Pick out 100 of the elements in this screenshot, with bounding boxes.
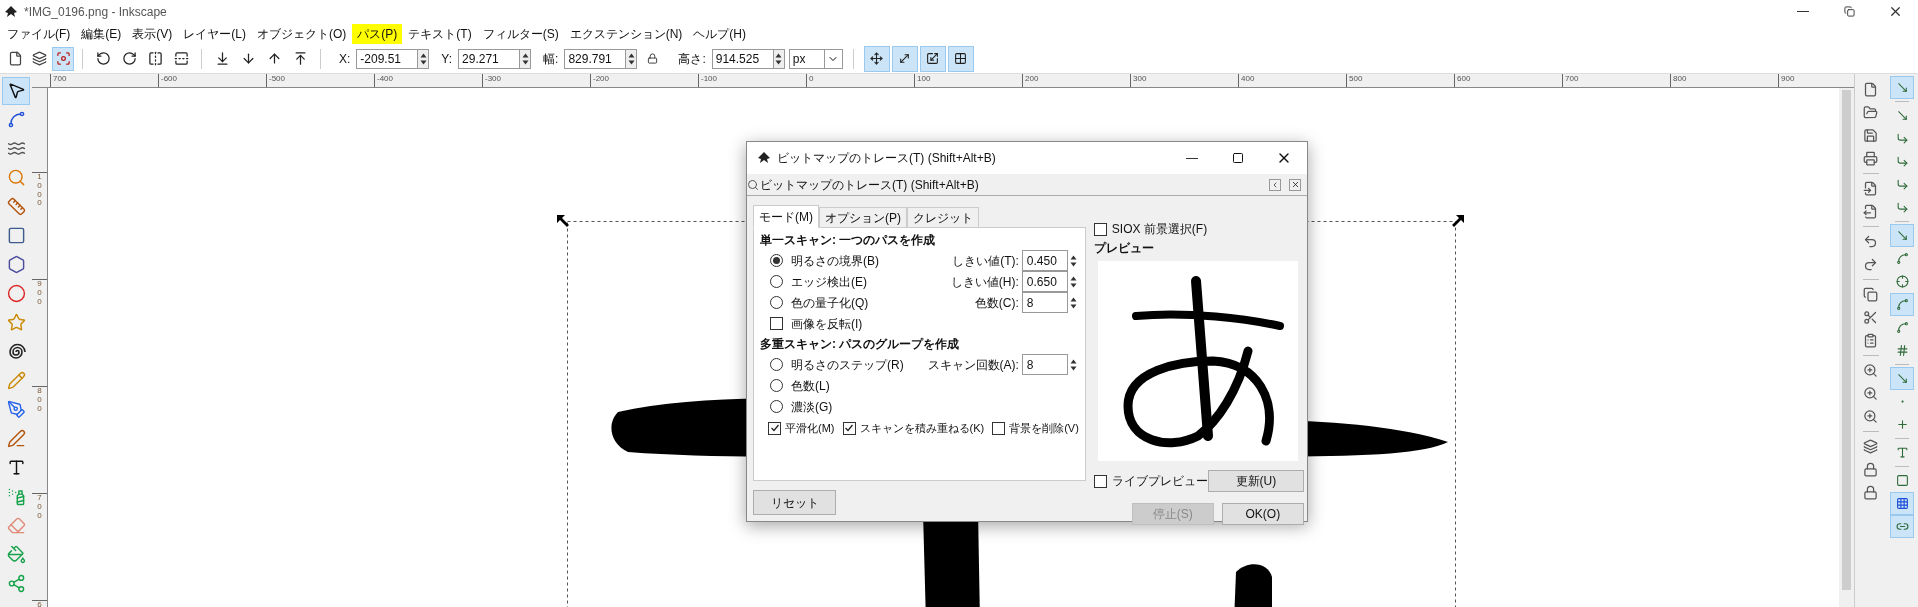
menu-item[interactable]: ファイル(F) [2, 23, 76, 44]
magnifier-icon [747, 178, 759, 191]
window-title: *IMG_0196.png - Inkscape [24, 3, 167, 21]
snap-toggle-button[interactable] [1890, 76, 1915, 99]
field-label: Y: [441, 50, 453, 68]
unit-dropdown[interactable]: px [788, 48, 843, 69]
snap-toggle-button[interactable] [1890, 293, 1915, 316]
clipboard-icon [1863, 333, 1879, 348]
menu-item[interactable]: 編集(E) [76, 23, 127, 44]
checkbox[interactable] [842, 421, 856, 435]
number-field[interactable]: 29.271 [458, 48, 521, 69]
menu-item[interactable]: フィルター(S) [477, 23, 564, 44]
transform-toggle-button[interactable] [891, 45, 918, 72]
menu-item[interactable]: テキスト(T) [403, 23, 477, 44]
checkbox[interactable] [992, 421, 1006, 435]
radio-button[interactable] [770, 275, 783, 288]
menu-item[interactable]: レイヤー(L) [178, 23, 251, 44]
restore-icon [1843, 6, 1855, 17]
radio-button[interactable] [770, 358, 783, 371]
checkbox[interactable] [770, 317, 783, 330]
ruler-label: 200 [1025, 74, 1039, 83]
transform-toggle-button[interactable] [919, 45, 946, 72]
checkbox[interactable] [1093, 222, 1107, 236]
checkbox[interactable] [1093, 474, 1107, 488]
rectangle-icon [6, 226, 26, 245]
tab[interactable]: クレジット [907, 207, 979, 228]
scrollbar-thumb[interactable] [1842, 90, 1851, 590]
checkbox[interactable] [768, 421, 781, 435]
spin-button[interactable] [626, 48, 638, 69]
tab[interactable]: オプション(P) [819, 207, 907, 228]
curve-icon [1895, 252, 1909, 265]
ruler-label: 600 [1457, 74, 1471, 83]
ruler-label: 800 [36, 387, 43, 415]
transform-toggle-button[interactable] [947, 45, 974, 72]
calligraphy-pen-icon [6, 429, 26, 448]
ruler-label: 0 [809, 74, 814, 83]
option-label: 画像を反転(I) [791, 315, 863, 333]
close-icon [1290, 180, 1300, 189]
option-label: 色の量子化(Q) [791, 294, 869, 312]
resize-handle[interactable] [1451, 214, 1465, 228]
radio-button[interactable] [770, 254, 783, 267]
plus-icon [1895, 418, 1909, 431]
option-label: ライブプレビュー [1111, 473, 1208, 490]
number-field[interactable]: 0.650 [1021, 271, 1068, 292]
grid-icon [954, 52, 968, 65]
number-field[interactable]: 829.791 [564, 48, 627, 69]
snap-toggle-button[interactable] [1890, 492, 1915, 515]
ok-button[interactable]: OK(O) [1221, 503, 1304, 525]
diagonal-arrow-icon [898, 52, 912, 65]
star-icon [6, 313, 26, 332]
radio-button[interactable] [770, 400, 783, 413]
snap-toggle-button[interactable] [1890, 224, 1915, 247]
pointer-icon [6, 81, 26, 100]
folder-icon [1863, 105, 1879, 120]
ruler-label: 900 [36, 280, 43, 308]
option-label: 明るさのステップ(R) [791, 356, 904, 374]
intersection-icon [1895, 275, 1909, 288]
spin-button[interactable] [418, 48, 430, 69]
pointer-tool-button[interactable] [2, 76, 30, 105]
dock-title: ビットマップのトレース(T) (Shift+Alt+B) [760, 176, 979, 194]
menu-item[interactable]: ヘルプ(H) [688, 23, 751, 44]
radio-button[interactable] [770, 296, 783, 309]
menu-item[interactable]: エクステンション(N) [564, 23, 688, 44]
zoom-icon [1863, 363, 1879, 378]
reset-button[interactable]: リセット [753, 490, 836, 515]
number-field[interactable]: -209.51 [356, 48, 419, 69]
selection-mode-button[interactable] [52, 46, 74, 71]
node-snap-icon [1895, 229, 1909, 242]
snap-toggle-button[interactable] [1890, 515, 1915, 538]
menu-item[interactable]: パス(P) [352, 23, 403, 44]
transform-toggle-button[interactable] [863, 45, 890, 72]
corner-snap-icon [1895, 155, 1909, 168]
option-label: 背景を削除(V) [1009, 420, 1079, 436]
ruler-label: 700 [53, 74, 67, 83]
close-panel-button[interactable] [1289, 178, 1301, 191]
raise-icon [266, 51, 282, 66]
option-label: SIOX 前景選択(F) [1111, 221, 1208, 238]
tab[interactable]: モード(M) [753, 205, 819, 228]
ruler-label: 1000 [36, 173, 43, 210]
maximize-icon [1232, 152, 1244, 164]
spin-button[interactable] [520, 48, 532, 69]
menu-item[interactable]: オブジェクト(O) [252, 23, 352, 44]
radio-button[interactable] [770, 379, 783, 392]
menu-item[interactable]: 表示(V) [127, 23, 178, 44]
resize-handle[interactable] [556, 214, 570, 228]
spin-button[interactable] [773, 48, 785, 69]
app-logo-icon [4, 4, 18, 19]
number-field[interactable]: 8 [1021, 292, 1068, 313]
number-field[interactable]: 914.525 [711, 48, 774, 69]
number-field[interactable]: 8 [1021, 354, 1068, 375]
number-field[interactable]: 0.450 [1021, 250, 1068, 271]
scaling-icon [926, 52, 940, 65]
focus-icon [55, 51, 71, 66]
dialog-title: ビットマップのトレース(T) (Shift+Alt+B) [777, 150, 996, 167]
layers-icon [1863, 439, 1879, 454]
snap-toggle-button[interactable] [1890, 367, 1915, 390]
option-label: 色数(L) [791, 377, 830, 395]
iconify-button[interactable] [1269, 178, 1281, 191]
update-button[interactable]: 更新(U) [1207, 470, 1304, 492]
ruler-label: 6 [36, 601, 43, 607]
